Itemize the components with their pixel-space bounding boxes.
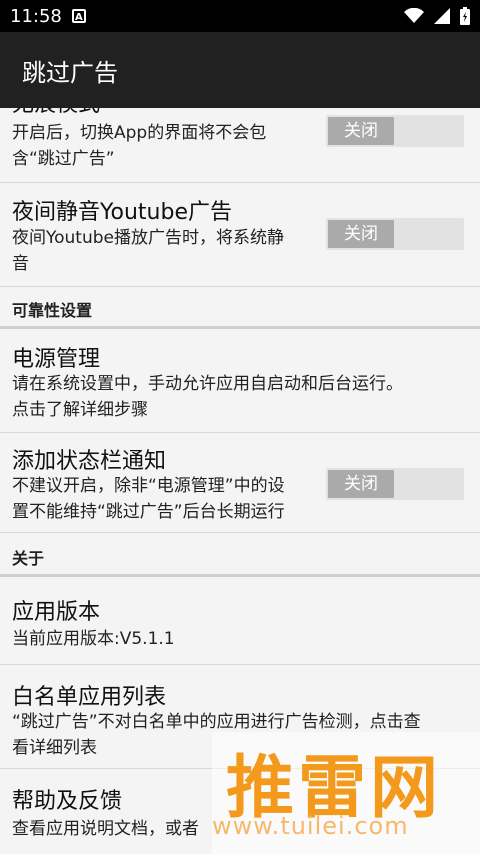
watermark: 推雷网 www.tuilei.com	[212, 732, 480, 854]
setting-statusbar-notify-desc-2: 置不能维持“跳过广告”后台长期运行	[12, 502, 285, 522]
setting-night-mute-desc-2: 音	[12, 254, 29, 274]
setting-help-title: 帮助及反馈	[12, 789, 123, 814]
setting-power-desc-2: 点击了解详细步骤	[12, 400, 148, 420]
section-reliability: 可靠性设置	[0, 287, 480, 329]
statusbar-notify-toggle-knob: 关闭	[328, 470, 394, 498]
setting-statusbar-notify-desc-1: 不建议开启，除非“电源管理”中的设	[12, 476, 285, 496]
night-mute-toggle-knob: 关闭	[328, 220, 394, 248]
setting-statusbar-notify-title: 添加状态栏通知	[12, 449, 167, 474]
status-right	[404, 7, 470, 25]
setting-help-desc: 查看应用说明文档，或者	[12, 819, 199, 839]
setting-power-title: 电源管理	[12, 347, 101, 372]
setting-whitelist-desc-2: 看详细列表	[12, 738, 97, 758]
section-reliability-label: 可靠性设置	[12, 301, 93, 320]
setting-night-mute-desc-1: 夜间Youtube播放广告时，将系统静	[12, 228, 284, 248]
setting-whitelist-title: 白名单应用列表	[12, 685, 167, 710]
setting-version-desc: 当前应用版本:V5.1.1	[12, 629, 175, 649]
setting-night-mute[interactable]: 夜间静音Youtube广告 夜间Youtube播放广告时，将系统静 音 关闭	[0, 183, 480, 287]
section-about-label: 关于	[12, 549, 45, 568]
status-left: 11:58 A	[10, 6, 86, 27]
traceless-toggle-knob: 关闭	[328, 117, 394, 145]
status-bar: 11:58 A	[0, 0, 480, 32]
setting-traceless-title: 无痕模式	[12, 108, 100, 118]
setting-traceless-desc-1: 开启后，切换App的界面将不会包	[12, 123, 267, 143]
setting-night-mute-title: 夜间静音Youtube广告	[12, 200, 232, 225]
watermark-url: www.tuilei.com	[212, 812, 409, 840]
traceless-toggle[interactable]: 关闭	[326, 115, 464, 147]
setting-power[interactable]: 电源管理 请在系统设置中，手动允许应用自启动和后台运行。 点击了解详细步骤	[0, 329, 480, 433]
battery-icon	[460, 7, 470, 25]
section-about: 关于	[0, 533, 480, 577]
setting-traceless-desc-2: 含“跳过广告”	[12, 149, 115, 169]
setting-version[interactable]: 应用版本 当前应用版本:V5.1.1	[0, 577, 480, 665]
statusbar-notify-toggle[interactable]: 关闭	[326, 468, 464, 500]
signal-icon	[434, 8, 450, 24]
setting-version-title: 应用版本	[12, 600, 101, 625]
setting-power-desc-1: 请在系统设置中，手动允许应用自启动和后台运行。	[12, 374, 403, 394]
page-title: 跳过广告	[22, 58, 118, 87]
night-mute-toggle[interactable]: 关闭	[326, 218, 464, 250]
app-toolbar: 跳过广告	[0, 32, 480, 108]
wifi-icon	[404, 8, 424, 23]
a-icon: A	[71, 9, 86, 23]
status-time: 11:58	[10, 5, 62, 27]
setting-traceless[interactable]: 无痕模式 开启后，切换App的界面将不会包 含“跳过广告” 关闭	[0, 108, 480, 183]
setting-statusbar-notify[interactable]: 添加状态栏通知 不建议开启，除非“电源管理”中的设 置不能维持“跳过广告”后台长…	[0, 433, 480, 533]
